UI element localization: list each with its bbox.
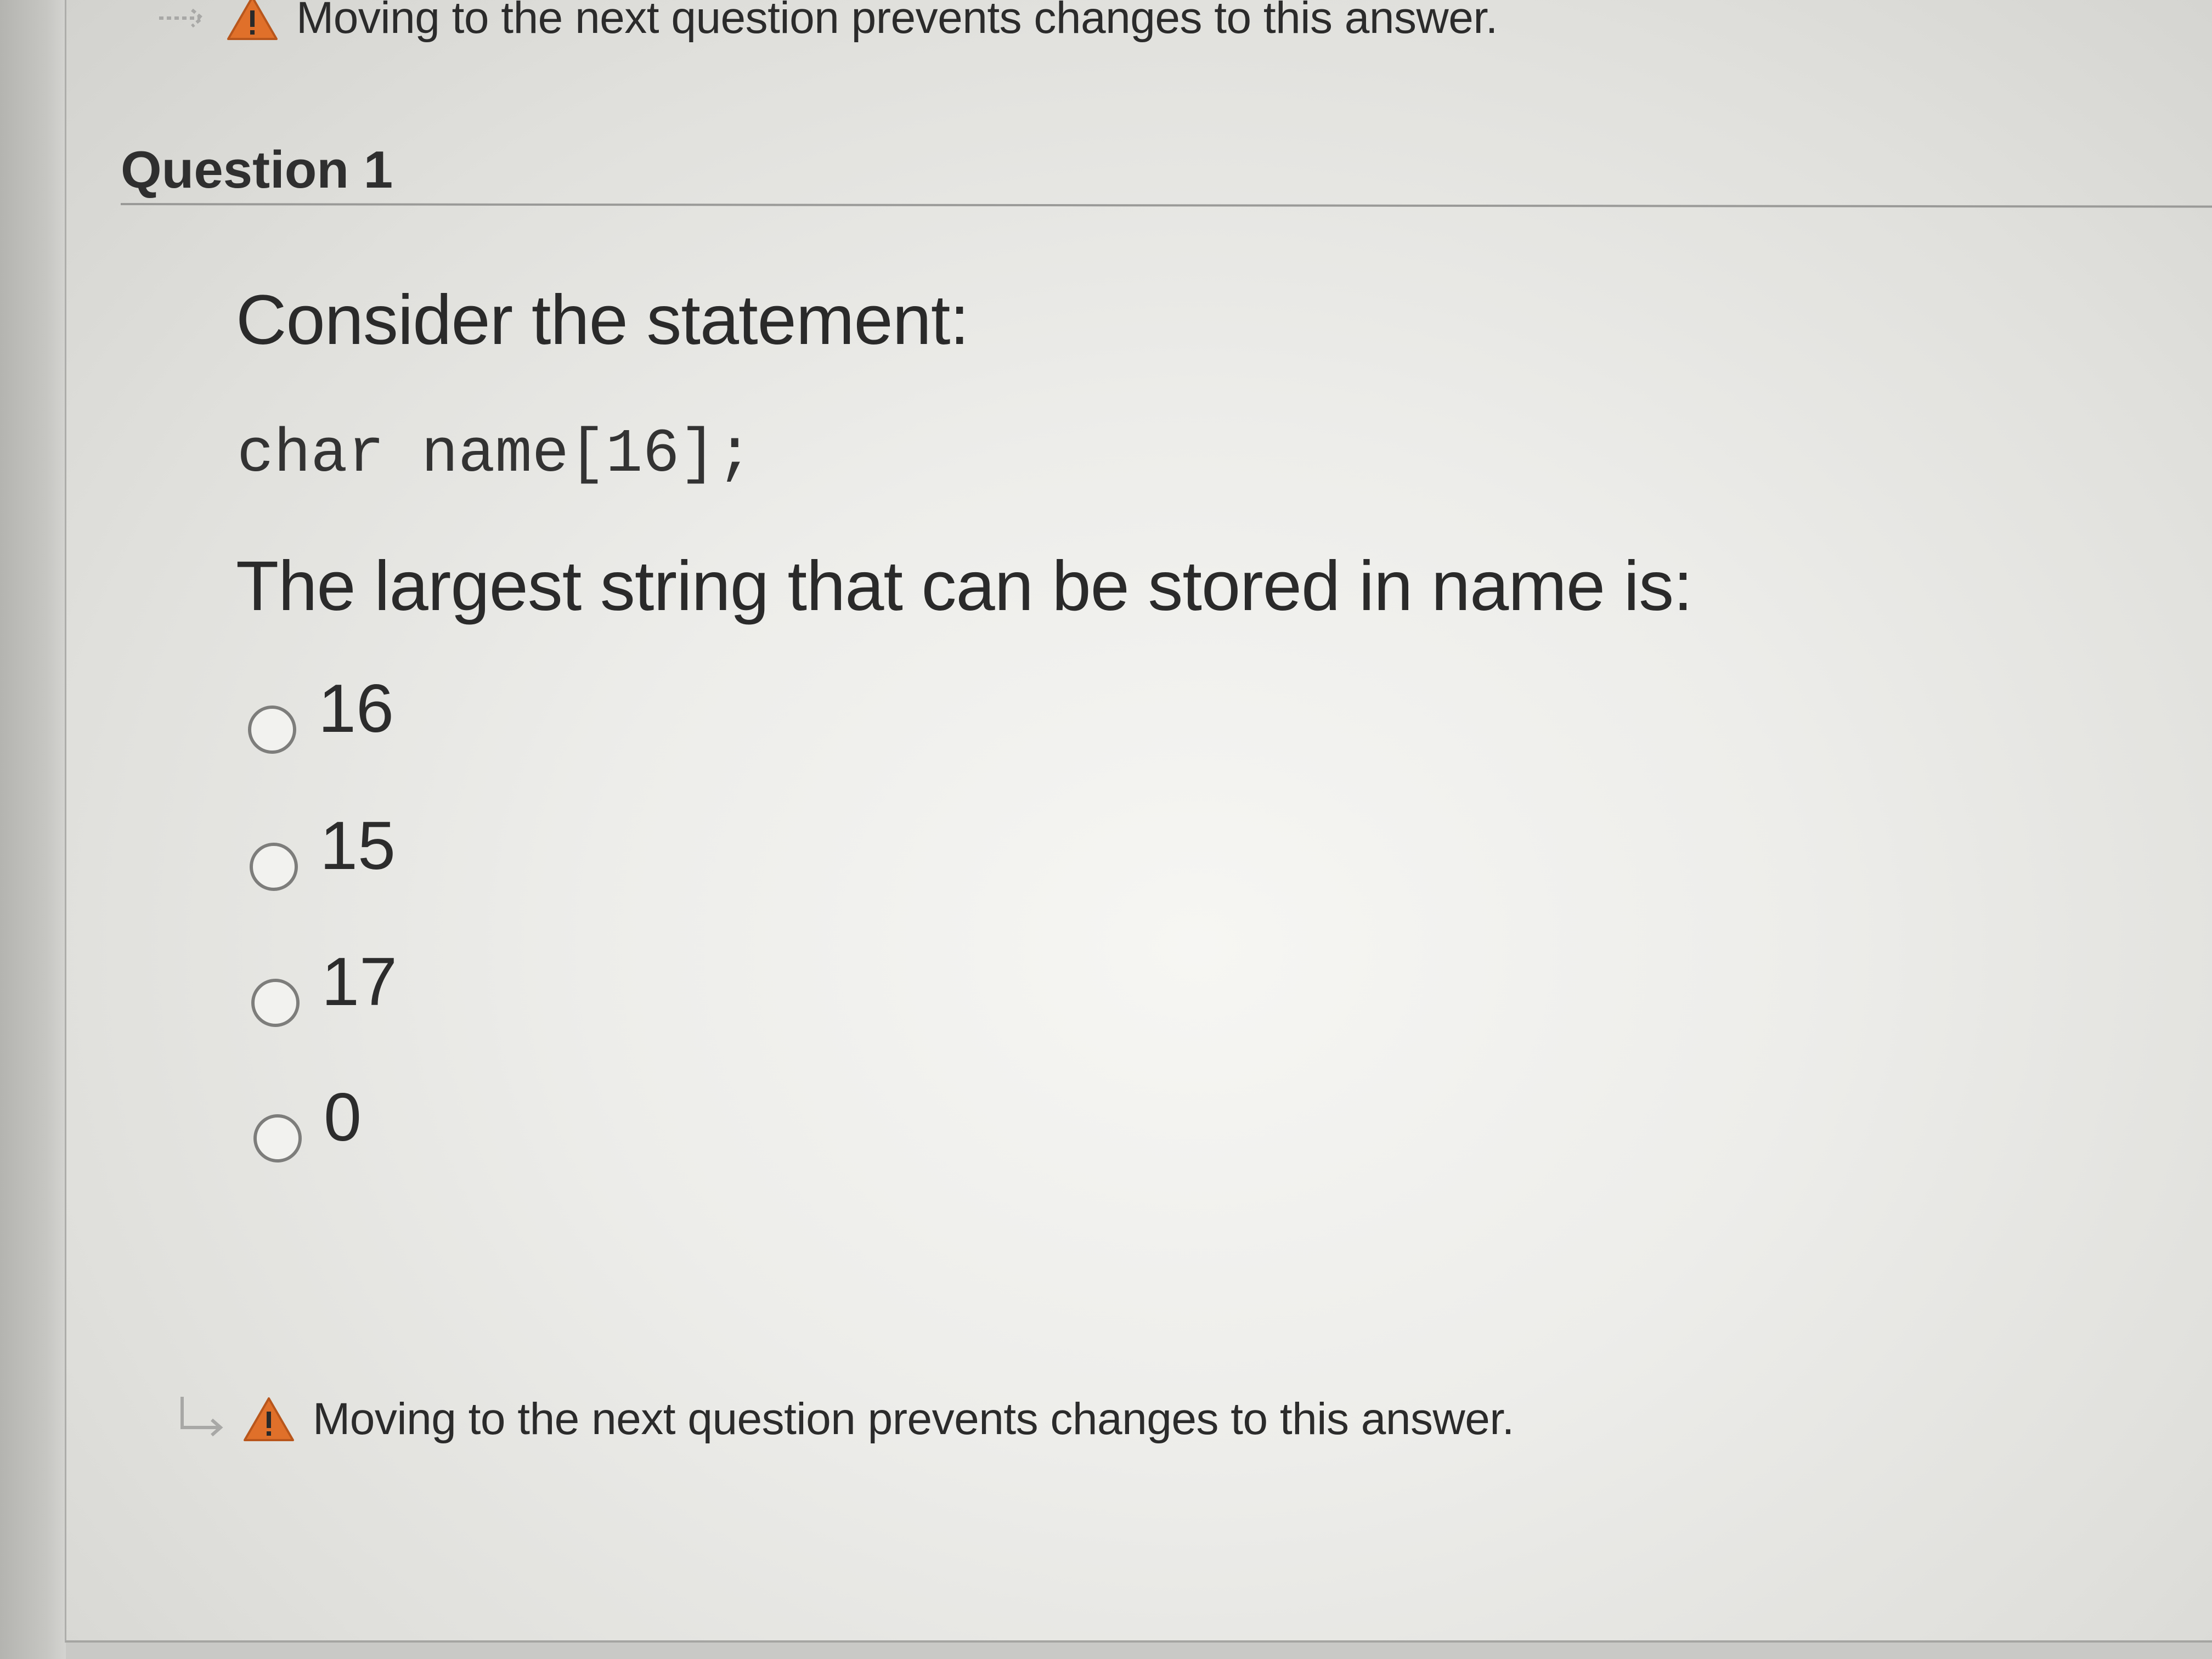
radio-button[interactable] (248, 706, 296, 754)
option-label[interactable]: 17 (321, 948, 397, 1016)
option-label[interactable]: 0 (324, 1084, 362, 1152)
warning-text: Moving to the next question prevents cha… (313, 1394, 1514, 1444)
warning-text: Moving to the next question prevents cha… (296, 0, 1498, 43)
question-prompt: The largest string that can be stored in… (236, 547, 1693, 625)
code-statement: char name[16]; (237, 420, 753, 489)
answer-option-3[interactable]: 17 (251, 948, 397, 1027)
answer-option-2[interactable]: 15 (250, 812, 396, 891)
screen-bezel (0, 0, 66, 1659)
navigation-warning-bottom: Moving to the next question prevents cha… (170, 1393, 1514, 1445)
radio-button[interactable] (253, 1114, 302, 1163)
arrow-icon (180, 1397, 223, 1437)
warning-icon (244, 1397, 294, 1441)
radio-button[interactable] (251, 979, 300, 1027)
option-label[interactable]: 16 (318, 675, 394, 743)
question-title: Question 1 (121, 140, 393, 199)
answer-option-1[interactable]: 16 (248, 675, 394, 754)
warning-icon (227, 0, 278, 40)
question-prompt-intro: Consider the statement: (236, 281, 969, 359)
option-label[interactable]: 15 (320, 812, 396, 880)
navigation-warning-top: Moving to the next question prevents cha… (154, 0, 1498, 44)
radio-button[interactable] (250, 843, 298, 891)
answer-option-4[interactable]: 0 (253, 1084, 362, 1163)
arrow-icon (159, 8, 205, 28)
